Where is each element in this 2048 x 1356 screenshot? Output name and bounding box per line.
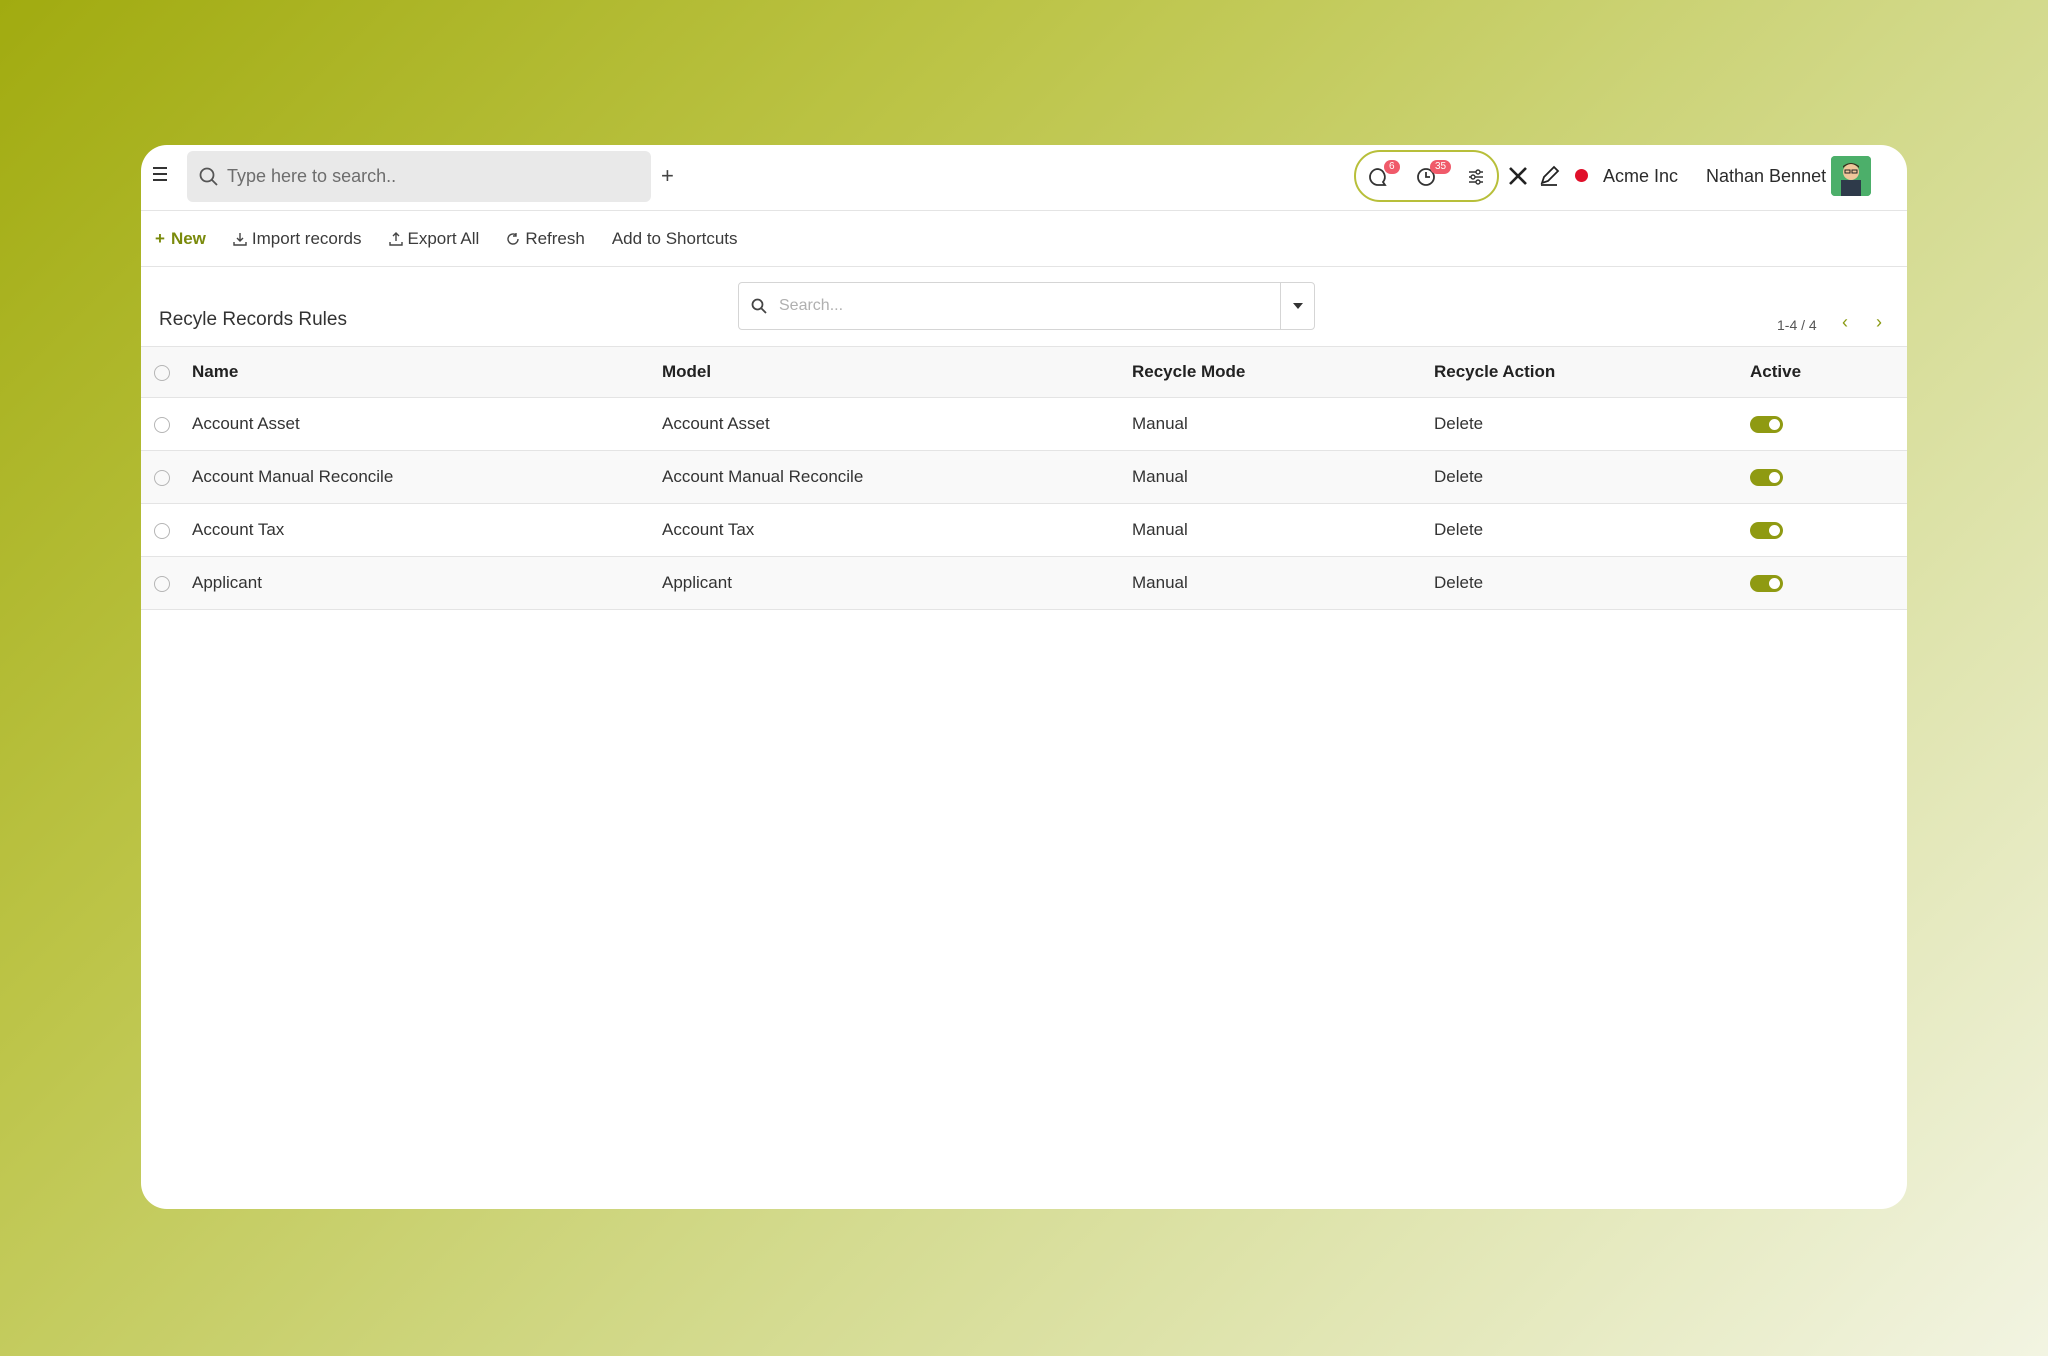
caret-down-icon bbox=[1292, 303, 1303, 309]
table-row[interactable]: Applicant Applicant Manual Delete bbox=[141, 556, 1907, 610]
pager-next-icon[interactable]: › bbox=[1876, 312, 1882, 333]
menu-icon[interactable] bbox=[153, 167, 169, 183]
messages-badge: 6 bbox=[1384, 160, 1400, 174]
header-active[interactable]: Active bbox=[1750, 347, 1907, 398]
app-window: + 6 35 bbox=[141, 145, 1907, 1209]
systray-group: 6 35 bbox=[1354, 150, 1499, 202]
list-search-input[interactable] bbox=[779, 297, 1269, 315]
refresh-button[interactable]: Refresh bbox=[506, 229, 585, 249]
cell-recycle-action: Delete bbox=[1434, 467, 1484, 486]
pager-prev-icon[interactable]: ‹ bbox=[1842, 312, 1848, 333]
upload-icon bbox=[388, 232, 403, 246]
row-checkbox[interactable] bbox=[154, 575, 170, 592]
active-toggle[interactable] bbox=[1750, 416, 1783, 434]
avatar[interactable] bbox=[1831, 156, 1871, 196]
cell-recycle-action: Delete bbox=[1434, 520, 1484, 539]
cell-model: Applicant bbox=[662, 573, 732, 592]
table-row[interactable]: Account Asset Account Asset Manual Delet… bbox=[141, 398, 1907, 451]
cell-model: Account Manual Reconcile bbox=[662, 467, 864, 486]
global-search bbox=[187, 151, 651, 202]
table-row[interactable]: Account Tax Account Tax Manual Delete bbox=[141, 504, 1907, 557]
activities-badge: 35 bbox=[1430, 160, 1452, 174]
list-search bbox=[738, 282, 1315, 330]
cell-recycle-mode: Manual bbox=[1132, 573, 1188, 592]
global-search-input[interactable] bbox=[227, 166, 627, 187]
active-toggle[interactable] bbox=[1750, 522, 1783, 540]
plus-icon: + bbox=[155, 229, 165, 248]
search-icon bbox=[199, 167, 218, 186]
background-frame: + 6 35 bbox=[0, 0, 2048, 1356]
pager-value[interactable]: 1-4 / 4 bbox=[1777, 317, 1817, 333]
cell-recycle-mode: Manual bbox=[1132, 414, 1188, 433]
export-all-button[interactable]: Export All bbox=[388, 229, 480, 249]
row-checkbox[interactable] bbox=[154, 416, 170, 433]
cell-name: Account Manual Reconcile bbox=[192, 467, 394, 486]
cell-name: Applicant bbox=[192, 573, 262, 592]
download-icon bbox=[233, 233, 247, 246]
row-checkbox[interactable] bbox=[154, 469, 170, 486]
new-button[interactable]: + New bbox=[155, 229, 206, 249]
table-row[interactable]: Account Manual Reconcile Account Manual … bbox=[141, 450, 1907, 504]
cell-model: Account Asset bbox=[662, 414, 770, 433]
tools-icon[interactable] bbox=[1507, 165, 1529, 192]
search-icon bbox=[751, 298, 767, 314]
header-model[interactable]: Model bbox=[662, 347, 1132, 398]
status-dot bbox=[1575, 169, 1588, 182]
select-all-checkbox[interactable] bbox=[154, 364, 170, 381]
search-options-toggle[interactable] bbox=[1280, 283, 1314, 329]
topbar: + 6 35 bbox=[141, 145, 1907, 211]
import-records-button[interactable]: Import records bbox=[233, 229, 362, 249]
export-label: Export All bbox=[407, 229, 480, 248]
action-bar: + New Import records Export All Refresh bbox=[141, 212, 1907, 267]
refresh-label: Refresh bbox=[525, 229, 585, 248]
cell-model: Account Tax bbox=[662, 520, 755, 539]
active-toggle[interactable] bbox=[1750, 575, 1783, 593]
cell-name: Account Asset bbox=[192, 414, 300, 433]
shortcuts-label: Add to Shortcuts bbox=[611, 229, 738, 248]
edit-icon[interactable] bbox=[1538, 165, 1560, 192]
header-name[interactable]: Name bbox=[192, 347, 662, 398]
company-name[interactable]: Acme Inc bbox=[1603, 166, 1678, 187]
row-checkbox[interactable] bbox=[154, 522, 170, 539]
records-table: Name Model Recycle Mode Recycle Action A… bbox=[141, 346, 1907, 610]
cell-recycle-mode: Manual bbox=[1132, 467, 1188, 486]
settings-sliders-icon[interactable] bbox=[1468, 169, 1484, 190]
active-toggle[interactable] bbox=[1750, 469, 1783, 487]
header-recycle-mode[interactable]: Recycle Mode bbox=[1132, 347, 1434, 398]
cell-recycle-action: Delete bbox=[1434, 573, 1484, 592]
cell-recycle-mode: Manual bbox=[1132, 520, 1188, 539]
table-header-row: Name Model Recycle Mode Recycle Action A… bbox=[141, 346, 1907, 398]
add-tab-button[interactable]: + bbox=[661, 163, 674, 189]
cell-name: Account Tax bbox=[192, 520, 285, 539]
add-to-shortcuts-button[interactable]: Add to Shortcuts bbox=[612, 229, 738, 249]
cell-recycle-action: Delete bbox=[1434, 414, 1484, 433]
page-title: Recyle Records Rules bbox=[159, 309, 347, 330]
new-label: New bbox=[170, 229, 206, 248]
refresh-icon bbox=[507, 233, 520, 245]
import-label: Import records bbox=[251, 229, 362, 248]
header-recycle-action[interactable]: Recycle Action bbox=[1434, 347, 1750, 398]
user-name[interactable]: Nathan Bennet bbox=[1706, 166, 1826, 187]
